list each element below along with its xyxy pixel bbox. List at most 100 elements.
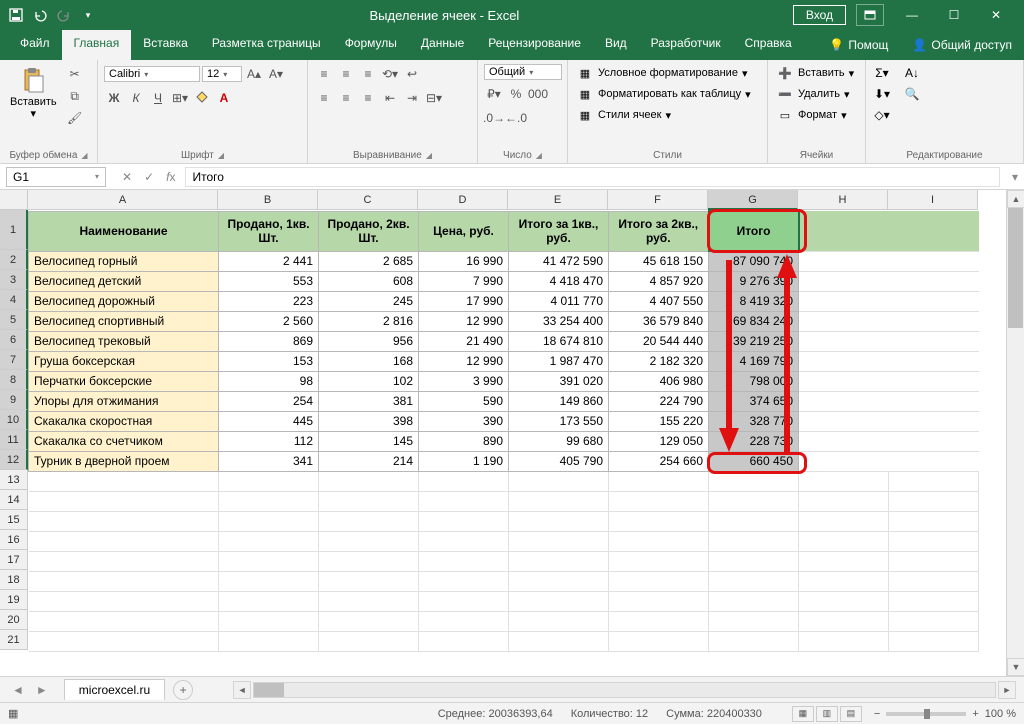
row-header[interactable]: 18 (0, 570, 28, 590)
ribbon-display-icon[interactable] (856, 4, 884, 26)
table-header-cell[interactable]: Итого за 1кв.,руб. (509, 211, 609, 251)
scroll-up-icon[interactable]: ▲ (1007, 190, 1024, 208)
row-header[interactable]: 3 (0, 270, 28, 290)
scroll-left-icon[interactable]: ◄ (233, 681, 251, 699)
undo-icon[interactable] (32, 7, 48, 23)
table-header-cell[interactable]: Наименование (29, 211, 219, 251)
data-cell[interactable]: 173 550 (509, 411, 609, 431)
data-cell[interactable]: 17 990 (419, 291, 509, 311)
col-header[interactable]: D (418, 190, 508, 210)
table-header-cell[interactable]: Продано, 2кв.Шт. (319, 211, 419, 251)
currency-icon[interactable]: ₽▾ (484, 84, 504, 104)
row-header[interactable]: 2 (0, 250, 28, 270)
col-header[interactable]: G (708, 190, 798, 210)
row-header[interactable]: 13 (0, 470, 28, 490)
row-header[interactable]: 6 (0, 330, 28, 350)
data-cell[interactable]: 41 472 590 (509, 251, 609, 271)
find-select-icon[interactable]: 🔍 (902, 85, 922, 103)
data-cell[interactable]: 33 254 400 (509, 311, 609, 331)
cut-icon[interactable]: ✂ (65, 64, 85, 84)
table-header-cell[interactable]: Итого за 2кв.,руб. (609, 211, 709, 251)
data-cell[interactable]: 20 544 440 (609, 331, 709, 351)
name-cell[interactable]: Турник в дверной проем (29, 451, 219, 471)
tab-view[interactable]: Вид (593, 30, 639, 60)
copy-icon[interactable]: ⧉ (65, 86, 85, 106)
name-cell[interactable]: Велосипед спортивный (29, 311, 219, 331)
bold-button[interactable]: Ж (104, 88, 124, 108)
data-cell[interactable]: 168 (319, 351, 419, 371)
data-cell[interactable]: 214 (319, 451, 419, 471)
merge-icon[interactable]: ⊟▾ (424, 88, 444, 108)
cell-styles-button[interactable]: ▦Стили ячеек ▾ (574, 106, 753, 124)
data-cell[interactable]: 224 790 (609, 391, 709, 411)
data-cell[interactable]: 4 857 920 (609, 271, 709, 291)
data-cell[interactable]: 18 674 810 (509, 331, 609, 351)
data-cell[interactable]: 2 441 (219, 251, 319, 271)
tab-insert[interactable]: Вставка (131, 30, 200, 60)
data-cell[interactable]: 398 (319, 411, 419, 431)
data-cell[interactable]: 4 418 470 (509, 271, 609, 291)
decrease-indent-icon[interactable]: ⇤ (380, 88, 400, 108)
data-cell[interactable]: 405 790 (509, 451, 609, 471)
increase-font-icon[interactable]: A▴ (244, 64, 264, 84)
row-header[interactable]: 19 (0, 590, 28, 610)
new-sheet-button[interactable]: + (173, 680, 193, 700)
increase-indent-icon[interactable]: ⇥ (402, 88, 422, 108)
data-cell[interactable]: 12 990 (419, 351, 509, 371)
row-header[interactable]: 11 (0, 430, 28, 450)
row-header[interactable]: 15 (0, 510, 28, 530)
data-cell[interactable]: 956 (319, 331, 419, 351)
data-cell[interactable]: 254 (219, 391, 319, 411)
zoom-out-button[interactable]: − (874, 708, 880, 720)
fx-icon[interactable]: fx (162, 168, 179, 186)
scrollbar-thumb[interactable] (254, 683, 284, 697)
data-cell[interactable]: 2 560 (219, 311, 319, 331)
italic-button[interactable]: К (126, 88, 146, 108)
dialog-launcher-icon[interactable]: ◢ (218, 151, 224, 160)
fill-color-icon[interactable] (192, 88, 212, 108)
conditional-formatting-button[interactable]: ▦Условное форматирование ▾ (574, 64, 753, 82)
row-header[interactable]: 21 (0, 630, 28, 650)
name-cell[interactable]: Скакалка скоростная (29, 411, 219, 431)
page-break-view-icon[interactable]: ▤ (840, 706, 862, 722)
name-cell[interactable]: Велосипед детский (29, 271, 219, 291)
font-size-combo[interactable]: 12▾ (202, 66, 242, 82)
align-middle-icon[interactable]: ≡ (336, 64, 356, 84)
insert-cells-button[interactable]: ➕Вставить ▾ (774, 64, 856, 82)
row-header[interactable]: 14 (0, 490, 28, 510)
name-box[interactable]: G1▾ (6, 167, 106, 187)
page-layout-view-icon[interactable]: ▥ (816, 706, 838, 722)
data-cell[interactable]: 381 (319, 391, 419, 411)
enter-formula-icon[interactable]: ✓ (140, 168, 158, 186)
align-right-icon[interactable]: ≡ (358, 88, 378, 108)
vertical-scrollbar[interactable]: ▲ ▼ (1006, 190, 1024, 676)
col-header[interactable]: E (508, 190, 608, 210)
row-header[interactable]: 10 (0, 410, 28, 430)
align-bottom-icon[interactable]: ≡ (358, 64, 378, 84)
col-header[interactable]: B (218, 190, 318, 210)
expand-formula-bar-icon[interactable]: ▾ (1006, 170, 1024, 184)
zoom-level[interactable]: 100 % (985, 708, 1016, 720)
save-icon[interactable] (8, 7, 24, 23)
data-cell[interactable]: 590 (419, 391, 509, 411)
col-header[interactable]: I (888, 190, 978, 210)
sort-filter-icon[interactable]: A↓ (902, 64, 922, 82)
data-cell[interactable]: 2 685 (319, 251, 419, 271)
normal-view-icon[interactable]: ▦ (792, 706, 814, 722)
row-header[interactable]: 9 (0, 390, 28, 410)
name-cell[interactable]: Перчатки боксерские (29, 371, 219, 391)
zoom-in-button[interactable]: + (972, 708, 978, 720)
data-cell[interactable]: 98 (219, 371, 319, 391)
data-cell[interactable]: 149 860 (509, 391, 609, 411)
row-header[interactable]: 1 (0, 210, 28, 250)
font-color-icon[interactable]: A (214, 88, 234, 108)
format-as-table-button[interactable]: ▦Форматировать как таблицу ▾ (574, 85, 753, 103)
data-cell[interactable]: 608 (319, 271, 419, 291)
row-header[interactable]: 20 (0, 610, 28, 630)
name-cell[interactable]: Велосипед горный (29, 251, 219, 271)
tab-developer[interactable]: Разработчик (639, 30, 733, 60)
row-header[interactable]: 7 (0, 350, 28, 370)
data-cell[interactable]: 1 190 (419, 451, 509, 471)
name-cell[interactable]: Велосипед трековый (29, 331, 219, 351)
tab-review[interactable]: Рецензирование (476, 30, 593, 60)
